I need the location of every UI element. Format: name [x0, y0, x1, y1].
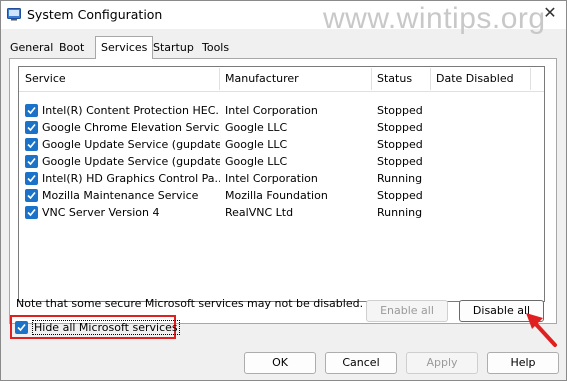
- service-status: Stopped: [377, 155, 423, 168]
- table-row[interactable]: VNC Server Version 4 RealVNC Ltd Running: [19, 204, 544, 221]
- manufacturer: Google LLC: [225, 121, 288, 134]
- manufacturer: Intel Corporation: [225, 104, 318, 117]
- service-checkbox[interactable]: [25, 172, 38, 185]
- date-disabled: [436, 119, 536, 136]
- date-disabled: [436, 102, 536, 119]
- note-text: Note that some secure Microsoft services…: [16, 297, 364, 310]
- service-status: Running: [377, 206, 423, 219]
- services-list[interactable]: Service Manufacturer Status Date Disable…: [18, 66, 545, 302]
- service-status: Stopped: [377, 121, 423, 134]
- service-name: Mozilla Maintenance Service: [42, 189, 199, 202]
- system-configuration-window: System Configuration www.wintips.org ✕ G…: [0, 0, 567, 381]
- service-name: Google Update Service (gupdatem): [42, 155, 220, 168]
- manufacturer: Google LLC: [225, 155, 288, 168]
- list-header: Service Manufacturer Status Date Disable…: [19, 67, 544, 92]
- ok-button[interactable]: OK: [244, 352, 316, 374]
- tab-services[interactable]: Services: [95, 36, 154, 59]
- service-status: Running: [377, 172, 423, 185]
- date-disabled: [436, 136, 536, 153]
- checkmark-icon: [27, 157, 36, 166]
- manufacturer: Google LLC: [225, 138, 288, 151]
- date-disabled: [436, 170, 536, 187]
- table-row[interactable]: Intel(R) HD Graphics Control Pa... Intel …: [19, 170, 544, 187]
- cancel-button[interactable]: Cancel: [325, 352, 397, 374]
- column-header-status[interactable]: Status: [371, 67, 430, 91]
- checkmark-icon: [27, 106, 36, 115]
- tab-boot[interactable]: Boot: [54, 39, 89, 58]
- manufacturer: RealVNC Ltd: [225, 206, 294, 219]
- system-config-icon: [7, 7, 21, 21]
- service-checkbox[interactable]: [25, 104, 38, 117]
- table-row[interactable]: Intel(R) Content Protection HEC... Intel …: [19, 102, 544, 119]
- manufacturer: Intel Corporation: [225, 172, 318, 185]
- column-header-service[interactable]: Service: [19, 67, 219, 91]
- hide-microsoft-services-label[interactable]: Hide all Microsoft services: [32, 320, 180, 335]
- column-header-manufacturer[interactable]: Manufacturer: [219, 67, 371, 91]
- service-checkbox[interactable]: [25, 155, 38, 168]
- checkmark-icon: [17, 323, 26, 332]
- service-checkbox[interactable]: [25, 138, 38, 151]
- tab-general[interactable]: General: [5, 39, 58, 58]
- title-bar: System Configuration www.wintips.org ✕: [1, 1, 566, 35]
- service-status: Stopped: [377, 138, 423, 151]
- service-name: Google Chrome Elevation Servic...: [42, 121, 220, 134]
- watermark: www.wintips.org: [323, 2, 546, 35]
- table-row[interactable]: Google Chrome Elevation Servic... Google …: [19, 119, 544, 136]
- red-arrow-icon: [526, 313, 557, 347]
- service-checkbox[interactable]: [25, 121, 38, 134]
- table-row[interactable]: Google Update Service (gupdatem) Google L…: [19, 153, 544, 170]
- services-panel: Service Manufacturer Status Date Disable…: [9, 58, 557, 324]
- enable-all-button[interactable]: Enable all: [366, 300, 448, 322]
- table-row[interactable]: Mozilla Maintenance Service Mozilla Found…: [19, 187, 544, 204]
- table-row[interactable]: Google Update Service (gupdate) Google LL…: [19, 136, 544, 153]
- help-button[interactable]: Help: [487, 352, 559, 374]
- service-status: Stopped: [377, 104, 423, 117]
- column-divider[interactable]: [530, 68, 531, 90]
- service-name: Google Update Service (gupdate): [42, 138, 220, 151]
- checkmark-icon: [27, 140, 36, 149]
- date-disabled: [436, 187, 536, 204]
- hide-microsoft-services-checkbox[interactable]: [15, 321, 28, 334]
- service-name: VNC Server Version 4: [42, 206, 160, 219]
- manufacturer: Mozilla Foundation: [225, 189, 328, 202]
- checkmark-icon: [27, 174, 36, 183]
- service-name: Intel(R) HD Graphics Control Pa...: [42, 172, 220, 185]
- service-checkbox[interactable]: [25, 189, 38, 202]
- service-name: Intel(R) Content Protection HEC...: [42, 104, 220, 117]
- service-checkbox[interactable]: [25, 206, 38, 219]
- column-header-date-disabled[interactable]: Date Disabled: [430, 67, 530, 91]
- service-status: Stopped: [377, 189, 423, 202]
- date-disabled: [436, 204, 536, 221]
- checkmark-icon: [27, 208, 36, 217]
- window-title: System Configuration: [27, 7, 163, 22]
- apply-button[interactable]: Apply: [406, 352, 478, 374]
- close-icon[interactable]: ✕: [540, 3, 560, 23]
- tab-startup[interactable]: Startup: [148, 39, 199, 58]
- date-disabled: [436, 153, 536, 170]
- checkmark-icon: [27, 191, 36, 200]
- tab-tools[interactable]: Tools: [197, 39, 234, 58]
- checkmark-icon: [27, 123, 36, 132]
